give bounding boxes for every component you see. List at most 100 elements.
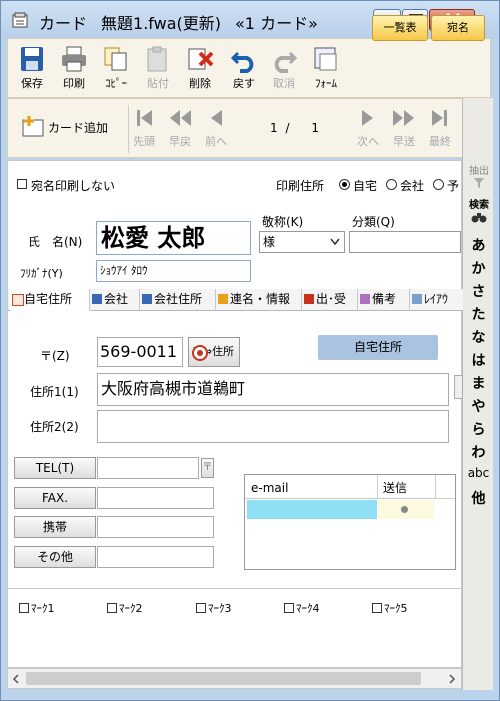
mark2-checkbox[interactable] <box>107 603 117 613</box>
index-kana-na[interactable]: な <box>463 327 494 347</box>
tab-home-address[interactable]: 自宅住所 <box>10 289 90 311</box>
name-field[interactable]: 松愛 太郎 <box>96 221 251 255</box>
honorific-select[interactable]: 様 <box>259 231 345 253</box>
tel-label: TEL(T) <box>35 461 75 475</box>
prev-button[interactable]: 前へ <box>198 103 234 155</box>
zip-convert-button[interactable]: 〒⇔住所 <box>188 337 240 367</box>
radio-company[interactable] <box>386 179 397 190</box>
honorific-value: 様 <box>263 235 276 249</box>
mobile-button[interactable]: 携帯 <box>14 516 96 538</box>
send-cell[interactable] <box>378 500 434 519</box>
address1-field[interactable]: 大阪府高槻市道鵜町 <box>97 373 449 406</box>
tab-company[interactable]: 会社 <box>90 289 140 311</box>
horizontal-scrollbar[interactable] <box>7 668 462 689</box>
index-kana-ta[interactable]: た <box>463 304 494 324</box>
index-kana-sa[interactable]: さ <box>463 281 494 301</box>
fast-back-button[interactable]: 早戻 <box>162 103 198 155</box>
next-button[interactable]: 次へ <box>350 103 386 155</box>
other-phone-field[interactable] <box>97 546 214 568</box>
list-view-button[interactable]: 一覧表 <box>372 15 428 41</box>
delete-button[interactable]: 削除 <box>182 43 218 95</box>
form-button[interactable]: ﾌｫｰﾑ <box>308 43 344 95</box>
radio-company-label: 会社 <box>400 179 425 193</box>
prev-icon <box>211 110 222 126</box>
zip-label: 〒(Z) <box>40 349 70 363</box>
mark4-checkbox[interactable] <box>284 603 294 613</box>
tab-joint-name-info-label: 連名・情報 <box>230 292 291 306</box>
redo-button[interactable]: 取消 <box>266 43 302 95</box>
undo-button[interactable]: 戻す <box>226 43 262 95</box>
address1-side-button[interactable] <box>454 375 463 399</box>
send-toggle-icon <box>401 506 408 513</box>
email-cell[interactable] <box>247 500 377 519</box>
index-kana-ka[interactable]: か <box>463 258 494 278</box>
first-button[interactable]: 先頭 <box>126 103 162 155</box>
tel-button[interactable]: TEL(T) <box>14 457 96 479</box>
mark3-checkbox[interactable] <box>196 603 206 613</box>
index-kana-ya[interactable]: や <box>463 396 494 416</box>
address2-label: 住所2(2) <box>30 420 79 434</box>
print-button[interactable]: 印刷 <box>56 43 92 95</box>
no-name-print-checkbox[interactable] <box>17 179 27 189</box>
fax-button[interactable]: FAX. <box>14 487 96 509</box>
tel-field[interactable] <box>97 457 199 479</box>
card-view-label: 宛名 <box>447 21 469 34</box>
index-kana-ra[interactable]: ら <box>463 419 494 439</box>
building-icon <box>142 294 152 304</box>
tab-joint-name-info[interactable]: 連名・情報 <box>216 289 302 311</box>
next-icon <box>362 110 373 126</box>
tel-dial-button[interactable]: 〒 <box>201 458 214 478</box>
last-icon <box>432 110 447 126</box>
add-card-button[interactable]: カード追加 <box>20 113 120 141</box>
radio-other[interactable] <box>433 179 444 190</box>
mark1-label: ﾏｰｸ1 <box>31 602 55 615</box>
mark4-label: ﾏｰｸ4 <box>296 602 320 615</box>
index-kana-a[interactable]: あ <box>463 235 494 255</box>
tab-company-address-label: 会社住所 <box>154 292 203 306</box>
tab-send-receive-label: 出･受 <box>316 292 347 306</box>
index-other[interactable]: 他 <box>463 488 494 508</box>
email-table-header: e-mail 送信 <box>245 475 455 499</box>
title-card: «1 カード» <box>235 14 318 33</box>
category-field[interactable] <box>349 231 461 253</box>
divider <box>8 588 463 589</box>
search-button[interactable]: 検索 <box>466 196 492 226</box>
copy-button[interactable]: ｺﾋﾟｰ <box>98 43 134 95</box>
mobile-field[interactable] <box>97 516 214 538</box>
mark3-label: ﾏｰｸ3 <box>208 602 232 615</box>
card-view-button[interactable]: 宛名 <box>431 15 485 41</box>
home-icon <box>12 294 24 306</box>
index-abc[interactable]: abc <box>463 466 494 480</box>
email-table: e-mail 送信 <box>244 474 456 570</box>
extract-button[interactable]: 抽出 <box>466 162 492 192</box>
furigana-field[interactable]: ｼｮｳｱｲ ﾀﾛｳ <box>96 260 251 282</box>
zip-field[interactable]: 569-0011 <box>97 337 183 367</box>
fax-field[interactable] <box>97 487 214 509</box>
address2-field[interactable] <box>97 410 449 443</box>
mark5-checkbox[interactable] <box>372 603 382 613</box>
paste-button[interactable]: 貼付 <box>140 43 176 95</box>
mark1-checkbox[interactable] <box>19 603 29 613</box>
index-kana-wa[interactable]: わ <box>463 442 494 462</box>
name-label: 氏 名(N) <box>28 235 83 249</box>
scroll-thumb[interactable] <box>26 672 421 685</box>
other-phone-button[interactable]: その他 <box>14 546 96 568</box>
tab-notes[interactable]: 備考 <box>358 289 410 311</box>
tab-layout[interactable]: ﾚｲｱｳ <box>410 289 463 311</box>
radio-home[interactable] <box>339 179 350 190</box>
save-button[interactable]: 保存 <box>14 43 50 95</box>
extract-label: 抽出 <box>469 166 489 177</box>
scroll-right-icon <box>449 674 456 684</box>
index-kana-ma[interactable]: ま <box>463 373 494 393</box>
last-button[interactable]: 最終 <box>422 103 458 155</box>
tab-send-receive[interactable]: 出･受 <box>302 289 358 311</box>
save-icon <box>21 47 43 71</box>
fast-forward-button[interactable]: 早送 <box>386 103 422 155</box>
postman-icon <box>192 345 208 361</box>
page-current: 1 <box>270 121 278 135</box>
index-kana-ha[interactable]: は <box>463 350 494 370</box>
tab-company-address[interactable]: 会社住所 <box>140 289 216 311</box>
fax-label: FAX. <box>41 491 69 505</box>
title-file: 無題1.fwa(更新) <box>101 14 222 33</box>
filter-icon <box>474 178 484 188</box>
